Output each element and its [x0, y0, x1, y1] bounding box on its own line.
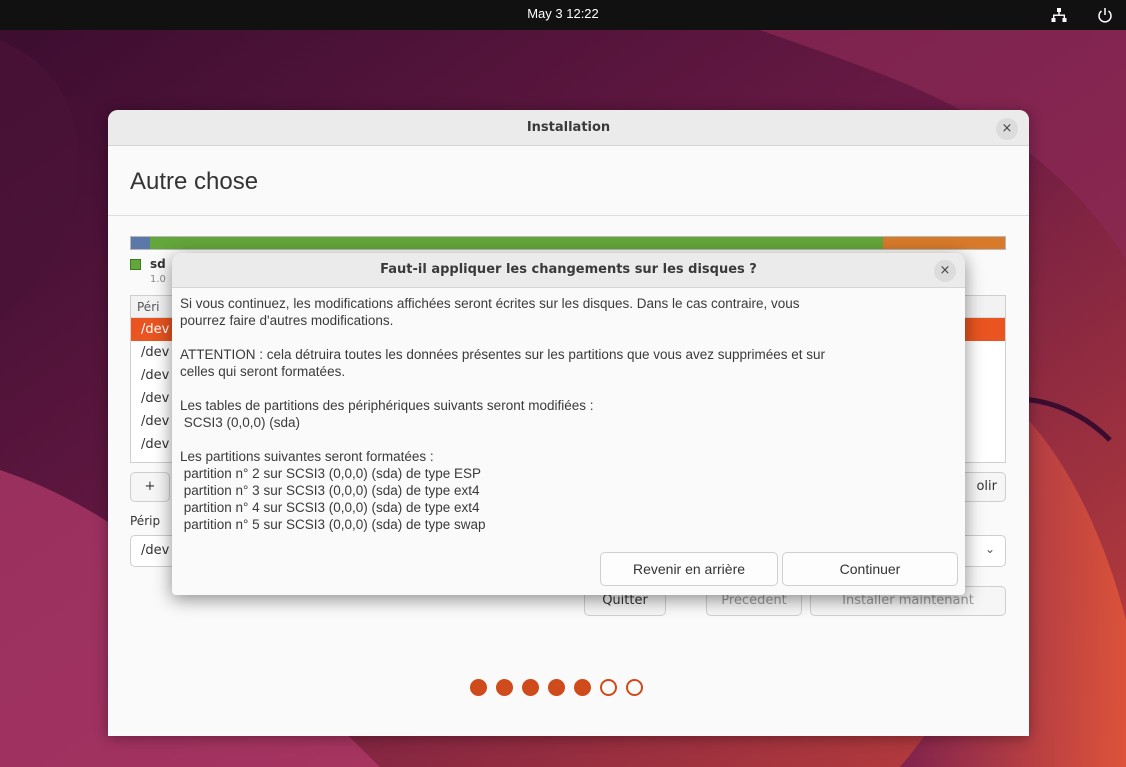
progress-dot-pending	[626, 679, 643, 696]
disk-segment-efi	[131, 237, 151, 249]
page-title: Autre chose	[130, 168, 259, 195]
network-wired-icon[interactable]	[1051, 7, 1067, 23]
message-line: pourrez faire d'autres modifications.	[180, 313, 394, 328]
message-line: Les tables de partitions des périphériqu…	[180, 398, 594, 413]
dialog-message: Si vous continuez, les modifications aff…	[180, 295, 960, 550]
message-line: Les partitions suivantes seront formatée…	[180, 449, 434, 464]
progress-dot-pending	[600, 679, 617, 696]
clock[interactable]: May 3 12:22	[0, 6, 1126, 21]
window-title: Installation	[526, 120, 611, 135]
boot-device-label: Périp	[130, 514, 161, 528]
go-back-button[interactable]: Revenir en arrière	[600, 552, 778, 586]
message-line: partition n° 2 sur SCSI3 (0,0,0) (sda) d…	[180, 466, 482, 481]
progress-dots	[470, 679, 643, 696]
progress-dot-done	[470, 679, 487, 696]
chevron-down-icon: ⌄	[984, 542, 995, 556]
message-line: partition n° 3 sur SCSI3 (0,0,0) (sda) d…	[180, 483, 480, 498]
message-line: ATTENTION : cela détruira toutes les don…	[180, 347, 826, 362]
message-line: SCSI3 (0,0,0) (sda)	[180, 415, 301, 430]
legend-swatch	[130, 259, 141, 270]
divider	[108, 215, 1029, 216]
progress-dot-done	[574, 679, 591, 696]
progress-dot-done	[522, 679, 539, 696]
dialog-close-button[interactable]: ×	[934, 260, 956, 282]
progress-dot-done	[496, 679, 513, 696]
disk-legend-label: sd	[150, 257, 166, 271]
boot-device-value: /dev	[141, 543, 170, 558]
top-bar: May 3 12:22	[0, 0, 1126, 30]
add-partition-button[interactable]: +	[130, 472, 170, 502]
window-close-button[interactable]: ×	[996, 118, 1018, 140]
partition-tables-paragraph: Les tables de partitions des périphériqu…	[180, 397, 960, 431]
message-line: partition n° 4 sur SCSI3 (0,0,0) (sda) d…	[180, 500, 480, 515]
progress-dot-done	[548, 679, 565, 696]
disk-legend-size: 1.0	[150, 274, 166, 285]
disk-usage-bar	[130, 236, 1006, 250]
power-icon[interactable]	[1097, 7, 1113, 23]
disk-segment-ext4	[150, 237, 883, 249]
continue-button[interactable]: Continuer	[782, 552, 958, 586]
confirm-dialog: Faut-il appliquer les changements sur le…	[172, 253, 965, 595]
dialog-title: Faut-il appliquer les changements sur le…	[380, 262, 757, 277]
window-titlebar: Installation ×	[108, 110, 1029, 146]
message-line: Si vous continuez, les modifications aff…	[180, 296, 800, 311]
dialog-titlebar: Faut-il appliquer les changements sur le…	[172, 253, 965, 288]
message-paragraph: Si vous continuez, les modifications aff…	[180, 295, 960, 329]
warning-paragraph: ATTENTION : cela détruira toutes les don…	[180, 346, 960, 380]
message-line: celles qui seront formatées.	[180, 364, 346, 379]
disk-segment-swap	[882, 237, 1005, 249]
message-line: partition n° 5 sur SCSI3 (0,0,0) (sda) d…	[180, 517, 486, 532]
formatted-partitions-paragraph: Les partitions suivantes seront formatée…	[180, 448, 960, 533]
